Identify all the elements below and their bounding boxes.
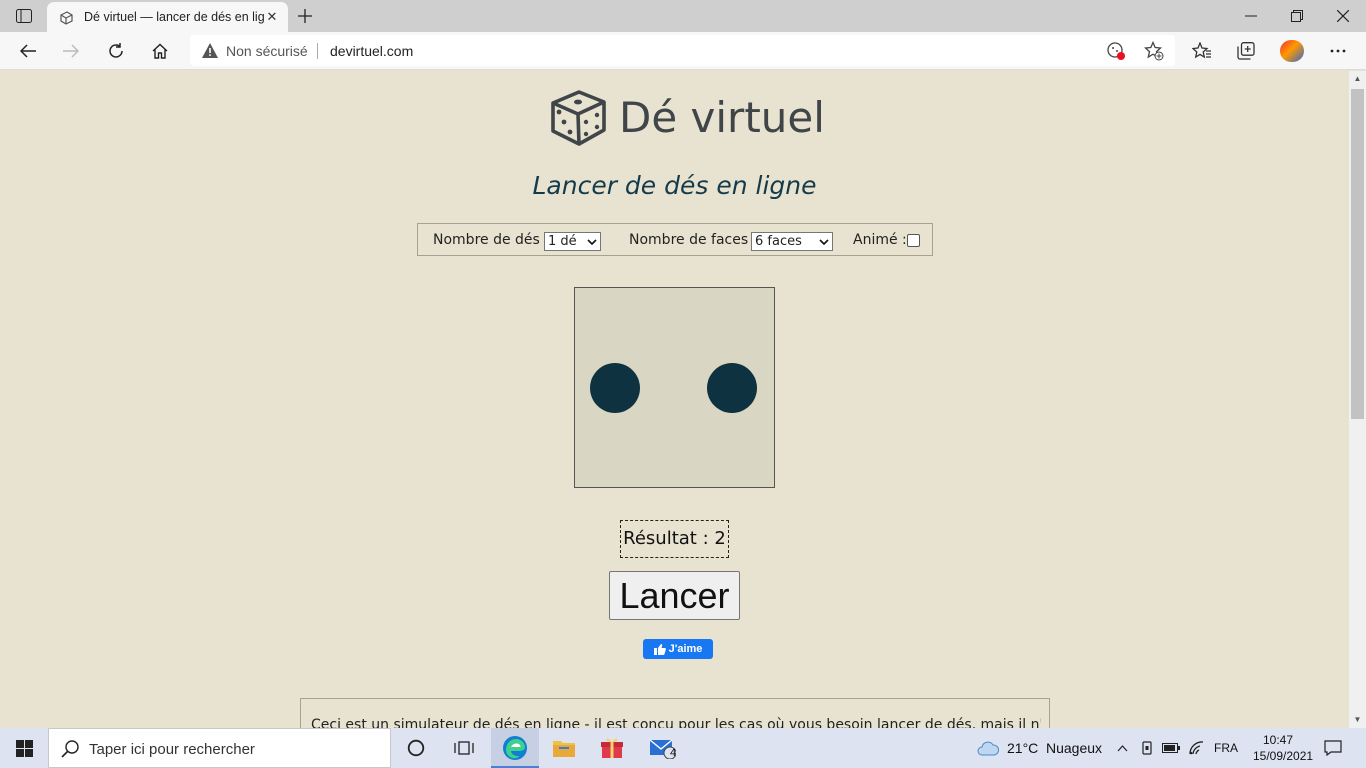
input-language[interactable]: FRA <box>1214 741 1238 755</box>
gift-app-icon[interactable] <box>589 728 635 768</box>
dice-count-label: Nombre de dés : <box>433 232 549 248</box>
weather-temperature[interactable]: 21°C <box>1007 740 1038 756</box>
tab-close-icon[interactable]: ✕ <box>263 8 281 26</box>
animated-label: Animé : <box>853 232 907 248</box>
file-explorer-icon[interactable] <box>541 728 587 768</box>
thumbs-up-icon <box>653 643 666 655</box>
animated-checkbox[interactable] <box>907 234 920 247</box>
forward-arrow-icon[interactable] <box>56 36 86 66</box>
device-icon[interactable] <box>1138 728 1156 768</box>
warning-icon[interactable] <box>202 43 218 58</box>
collections-icon[interactable] <box>1231 36 1261 66</box>
weather-cloud-icon[interactable] <box>975 728 1001 768</box>
chevron-down-icon <box>819 235 829 252</box>
weather-description[interactable]: Nuageux <box>1046 740 1102 756</box>
dice-count-select[interactable]: 1 dé <box>544 232 601 251</box>
add-favorite-icon[interactable] <box>1143 40 1165 62</box>
browser-tab-bar: Dé virtuel — lancer de dés en ligne ✕ <box>0 0 1366 32</box>
page-scrollbar[interactable]: ▲ ▼ <box>1349 71 1366 728</box>
faces-label: Nombre de faces : <box>629 232 758 248</box>
cortana-icon[interactable] <box>393 728 439 768</box>
more-menu-icon[interactable] <box>1323 36 1353 66</box>
scroll-thumb[interactable] <box>1351 89 1364 419</box>
search-placeholder: Taper ici pour rechercher <box>89 741 255 758</box>
restore-icon[interactable] <box>1274 3 1320 29</box>
battery-icon[interactable] <box>1160 728 1182 768</box>
address-separator <box>317 43 318 59</box>
edge-icon <box>503 736 527 760</box>
site-title[interactable]: Dé virtuel <box>619 93 825 142</box>
page-content: Dé virtuel Lancer de dés en ligne Nombre… <box>0 71 1349 728</box>
description-text: Ceci est un simulateur de dés en ligne -… <box>311 717 1041 728</box>
profile-avatar[interactable] <box>1280 40 1304 62</box>
scroll-down-arrow-icon[interactable]: ▼ <box>1349 712 1366 728</box>
security-label[interactable]: Non sécurisé <box>226 43 308 59</box>
result-display: Résultat : 2 <box>620 520 729 558</box>
wifi-icon[interactable] <box>1186 728 1208 768</box>
tab-title: Dé virtuel — lancer de dés en ligne <box>84 10 264 24</box>
page-subtitle: Lancer de dés en ligne <box>532 171 817 200</box>
search-icon <box>61 740 79 758</box>
close-window-icon[interactable] <box>1320 3 1366 29</box>
windows-start-icon[interactable] <box>0 728 48 768</box>
die-face[interactable] <box>574 287 775 488</box>
clock-date: 15/09/2021 <box>1253 749 1314 763</box>
tab-actions-icon[interactable] <box>10 5 38 27</box>
new-tab-icon[interactable] <box>293 4 317 28</box>
task-view-icon[interactable] <box>441 728 487 768</box>
dice-options-panel: Nombre de dés : 1 dé Nombre de faces : 6… <box>417 223 933 256</box>
taskbar-search-box[interactable]: Taper ici pour rechercher <box>48 728 391 768</box>
roll-button[interactable]: Lancer <box>609 571 740 620</box>
back-arrow-icon[interactable] <box>13 36 43 66</box>
faces-select[interactable]: 6 faces <box>751 232 833 251</box>
faces-value: 6 faces <box>755 234 802 249</box>
url-text[interactable]: devirtuel.com <box>330 43 413 59</box>
facebook-like-button[interactable]: J'aime <box>643 639 713 659</box>
favorites-icon[interactable] <box>1187 36 1217 66</box>
dice-logo-icon <box>548 89 608 147</box>
site-logo[interactable]: Dé virtuel <box>548 89 825 147</box>
dice-favicon-icon <box>58 10 74 26</box>
refresh-icon[interactable] <box>101 36 131 66</box>
notifications-icon[interactable] <box>1318 728 1348 768</box>
description-box: Ceci est un simulateur de dés en ligne -… <box>300 698 1050 728</box>
mail-badge: 4 <box>670 747 677 759</box>
chevron-down-icon <box>587 235 597 252</box>
dice-count-value: 1 dé <box>548 234 577 249</box>
tray-chevron-up-icon[interactable] <box>1113 728 1131 768</box>
minimize-icon[interactable] <box>1228 3 1274 29</box>
taskbar-edge-button[interactable] <box>491 728 539 768</box>
tracking-prevention-icon[interactable] <box>1105 40 1127 62</box>
facebook-like-label: J'aime <box>668 643 703 655</box>
die-pip <box>707 363 757 413</box>
clock-time: 10:47 <box>1262 733 1294 747</box>
home-icon[interactable] <box>145 36 175 66</box>
windows-taskbar: Taper ici pour rechercher 4 21°C Nuageux <box>0 728 1366 768</box>
die-pip <box>590 363 640 413</box>
browser-toolbar: Non sécurisé devirtuel.com <box>0 32 1366 70</box>
address-bar[interactable]: Non sécurisé devirtuel.com <box>190 35 1175 66</box>
mail-app-icon[interactable]: 4 <box>639 728 687 768</box>
system-clock[interactable]: 10:47 15/09/2021 <box>1253 732 1314 764</box>
browser-tab-active[interactable]: Dé virtuel — lancer de dés en ligne ✕ <box>47 2 288 32</box>
scroll-up-arrow-icon[interactable]: ▲ <box>1349 71 1366 87</box>
